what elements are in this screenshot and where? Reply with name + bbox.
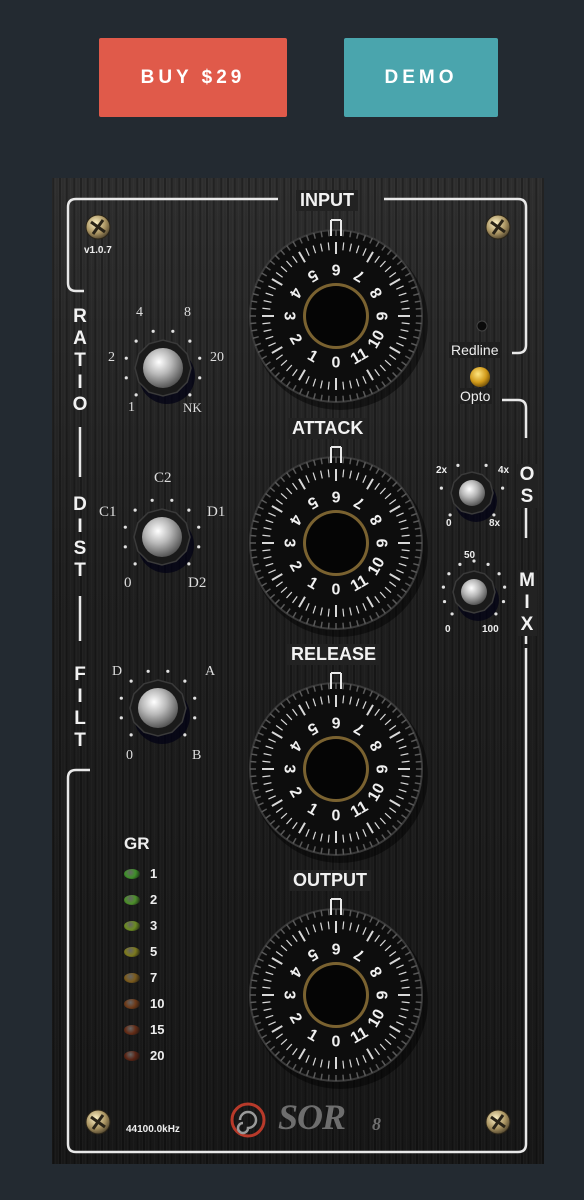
gr-meter-title: GR [124, 834, 150, 853]
os-mark-2x: 2x [436, 465, 448, 476]
dial-number: 6 [331, 940, 340, 957]
gr-level-label: 20 [150, 1048, 165, 1063]
gr-led-icon [124, 1024, 140, 1035]
dial-number: 9 [375, 764, 392, 773]
dial-number: 0 [332, 582, 341, 599]
dial-number: 6 [331, 261, 340, 278]
sample-rate-label: 44100.0kHz [126, 1124, 180, 1135]
release-knob-label: RELEASE [287, 644, 381, 665]
screw-icon [85, 1109, 111, 1135]
os-knob[interactable] [439, 463, 505, 522]
mix-mark-0: 0 [445, 624, 451, 635]
input-knob-label: INPUT [296, 190, 358, 211]
filt-mark-0: 0 [126, 748, 133, 763]
os-mark-0: 0 [446, 518, 452, 529]
mix-vertical-label: MIX [517, 570, 537, 636]
dist-mark-c2: C2 [154, 470, 172, 486]
mix-mark-50: 50 [464, 550, 476, 561]
screw-icon [85, 214, 111, 240]
screw-icon [485, 214, 511, 240]
redline-led [476, 320, 488, 332]
gr-meter-row: 20 [124, 1048, 164, 1063]
gr-level-label: 3 [150, 918, 158, 933]
dial-number: 9 [375, 311, 392, 320]
gr-meter-row: 2 [124, 892, 157, 907]
gr-led-icon [124, 920, 140, 931]
attack-knob-label: ATTACK [288, 418, 368, 439]
brand-suffix: 8 [372, 1114, 381, 1134]
gr-led-icon [124, 972, 140, 983]
gr-level-label: 15 [150, 1022, 165, 1037]
mix-knob[interactable] [441, 559, 507, 621]
gr-led-icon [124, 868, 140, 879]
ratio-mark-20: 20 [210, 350, 224, 365]
ratio-mark-nk: NK [183, 400, 202, 415]
brand-logo-icon [230, 1102, 266, 1138]
dist-mark-d1: D1 [207, 504, 226, 520]
opto-lamp [470, 367, 490, 387]
ratio-mark-4: 4 [136, 305, 143, 320]
gr-level-label: 7 [150, 970, 158, 985]
version-label: v1.0.7 [84, 245, 112, 256]
dial-number: 6 [331, 714, 340, 731]
dial-number: 3 [281, 312, 298, 321]
dist-knob[interactable] [123, 498, 201, 573]
output-knob-label: OUTPUT [289, 870, 371, 891]
dial-number: 9 [375, 990, 392, 999]
brand-name: SOR [278, 1097, 346, 1137]
gr-led-icon [124, 1050, 140, 1061]
gr-meter-row: 3 [124, 918, 157, 933]
dist-mark-0: 0 [124, 575, 132, 591]
demo-button[interactable]: DEMO [344, 38, 498, 117]
gr-level-label: 10 [150, 996, 165, 1011]
gr-level-label: 1 [150, 866, 158, 881]
os-vertical-label: OS [517, 464, 537, 508]
plugin-graphics: 012345 6 7891011012345 6 7891011012345 6 78910… [66, 197, 528, 1154]
release-knob[interactable]: 012345 6 7891011 [249, 672, 428, 863]
dial-number: 3 [281, 991, 298, 1000]
dial-number: 3 [281, 765, 298, 774]
ratio-knob[interactable] [124, 329, 202, 404]
ratio-mark-2: 2 [108, 350, 115, 365]
gr-led-icon [124, 894, 140, 905]
ratio-mark-1: 1 [128, 400, 135, 415]
filt-vertical-label: FILT [74, 664, 86, 751]
gr-meter-row: 1 [124, 866, 157, 881]
buy-button[interactable]: BUY $29 [99, 38, 287, 117]
filt-mark-a: A [205, 664, 216, 679]
gr-meter-row: 10 [124, 996, 164, 1011]
input-knob[interactable]: 012345 6 7891011 [249, 219, 428, 410]
dial-number: 0 [332, 808, 341, 825]
ratio-vertical-label: RATIO [72, 306, 88, 415]
compressor-plugin-panel: 0 1 2 3 4 5 6 7 8 9 10 11 0 1 2 3 4 5 6 7 8 9 10 11 0 1 2 3 4 5 6 7 8 9 10… [52, 178, 544, 1164]
opto-label: Opto [458, 388, 493, 404]
gr-level-label: 5 [150, 944, 158, 959]
dist-mark-c1: C1 [99, 504, 117, 520]
redline-label: Redline [449, 342, 501, 358]
attack-knob[interactable]: 012345 6 7891011 [249, 446, 428, 637]
os-mark-8x: 8x [489, 518, 501, 529]
gr-meter-row: 5 [124, 944, 157, 959]
output-knob[interactable]: 012345 6 7891011 [249, 898, 428, 1089]
dial-number: 0 [332, 1034, 341, 1051]
dial-number: 0 [332, 355, 341, 372]
filt-mark-b: B [192, 748, 202, 763]
dist-mark-d2: D2 [188, 575, 207, 591]
gr-level-label: 2 [150, 892, 158, 907]
gr-meter-row: 15 [124, 1022, 164, 1037]
dist-vertical-label: DIST [73, 494, 87, 581]
os-mark-4x: 4x [498, 465, 510, 476]
dial-number: 3 [281, 539, 298, 548]
mix-mark-100: 100 [482, 624, 499, 635]
dial-number: 6 [331, 488, 340, 505]
gr-led-icon [124, 946, 140, 957]
filt-knob[interactable] [119, 669, 197, 744]
filt-mark-d: D [112, 664, 123, 679]
gr-meter-row: 7 [124, 970, 157, 985]
gr-led-icon [124, 998, 140, 1009]
ratio-mark-8: 8 [184, 305, 191, 320]
screw-icon [485, 1109, 511, 1135]
dial-number: 9 [375, 538, 392, 547]
